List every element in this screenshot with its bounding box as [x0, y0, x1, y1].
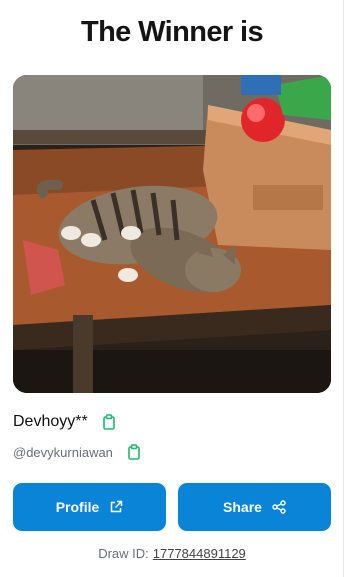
draw-id-link[interactable]: 1777844891129: [153, 546, 246, 561]
page-title: The Winner is: [80, 16, 264, 48]
share-icon: [272, 500, 286, 514]
copy-icon[interactable]: [102, 414, 116, 430]
external-link-icon: [109, 500, 123, 514]
winner-photo: [13, 75, 331, 393]
draw-id-row: Draw ID: 1777844891129: [0, 546, 344, 561]
share-icon-svg: [272, 500, 286, 514]
profile-button[interactable]: Profile: [13, 483, 166, 531]
share-button[interactable]: Share: [178, 483, 331, 531]
winner-card: The Winner is Devhoyy** @devykurniawan P…: [0, 0, 344, 577]
copy-icon-svg: [128, 444, 140, 460]
winner-photo-illustration: [13, 75, 331, 393]
profile-button-label: Profile: [55, 499, 100, 515]
external-link-icon-svg: [111, 500, 123, 513]
winner-handle-row: @devykurniawan: [13, 444, 141, 460]
share-button-label: Share: [223, 499, 262, 515]
winner-name-row: Devhoyy**: [13, 413, 116, 431]
copy-icon[interactable]: [127, 444, 141, 460]
winner-name: Devhoyy**: [13, 413, 88, 430]
winner-handle: @devykurniawan: [13, 444, 113, 460]
copy-icon-svg: [102, 414, 115, 430]
draw-id-label: Draw ID:: [98, 546, 149, 561]
